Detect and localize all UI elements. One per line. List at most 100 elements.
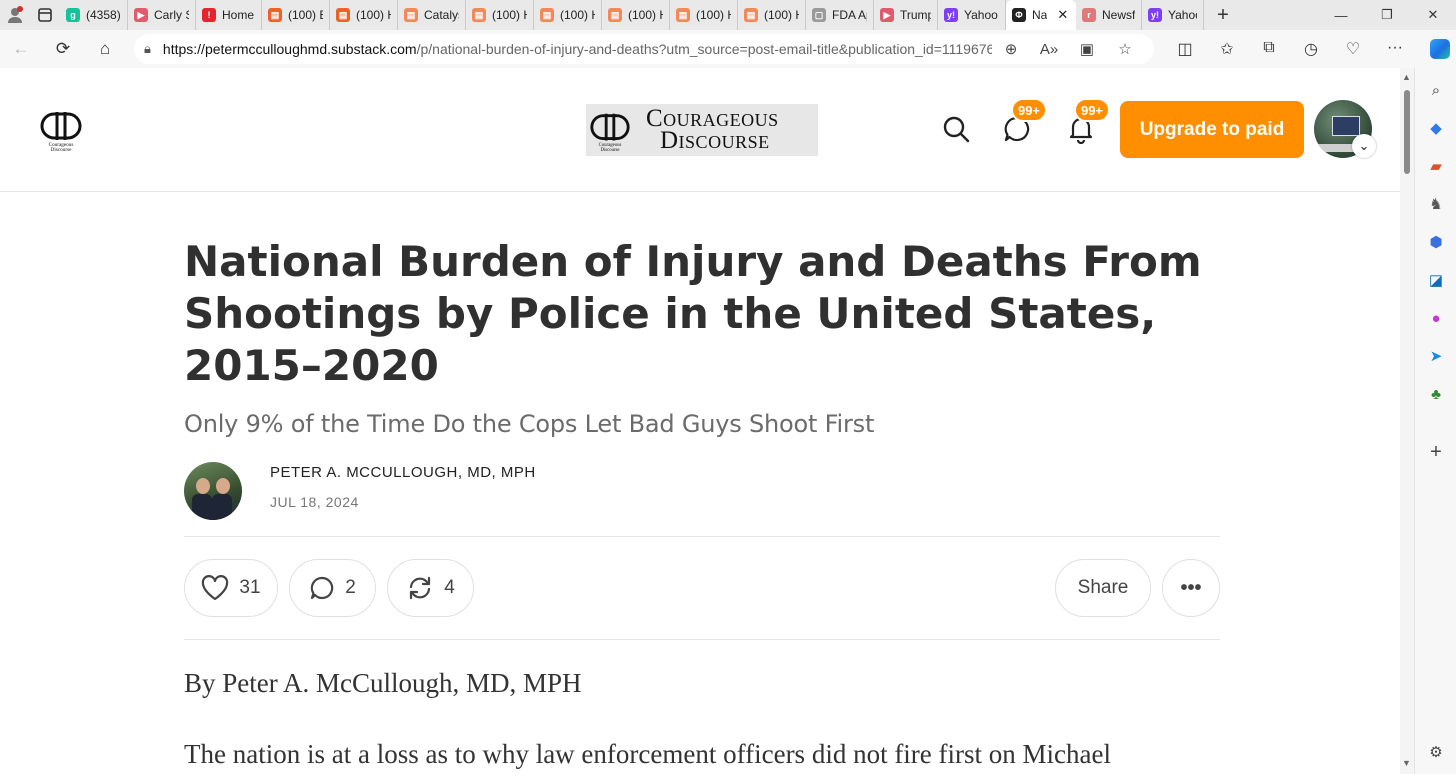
chevron-down-icon[interactable]: ⌄ [1352, 134, 1376, 158]
tab-title: Na [1032, 8, 1048, 22]
designer-icon[interactable]: ● [1426, 308, 1446, 328]
lock-icon[interactable]: 🔒︎ [144, 41, 151, 57]
publication-brand[interactable]: Courageous Discourse Courageous Discours… [586, 104, 818, 156]
author-avatar[interactable] [184, 462, 242, 520]
home-icon[interactable]: ⌂ [84, 30, 126, 68]
address-bar-row: ← ⟳ ⌂ 🔒︎ https://petermcculloughmd.subst… [0, 30, 1456, 68]
copilot-icon[interactable] [1430, 39, 1450, 59]
history-icon[interactable]: ◷ [1290, 39, 1332, 59]
favorite-star-icon[interactable]: ☆ [1106, 40, 1144, 58]
more-options-button[interactable]: ••• [1162, 559, 1220, 617]
url-text[interactable]: https://petermcculloughmd.substack.com/p… [163, 41, 992, 57]
back-icon[interactable]: ← [0, 30, 42, 68]
browser-tab[interactable]: ▤ (100) H [534, 0, 602, 30]
new-tab-icon[interactable]: + [1208, 0, 1238, 30]
close-tab-icon[interactable]: ✕ [1057, 7, 1068, 23]
tree-icon[interactable]: ♣ [1426, 384, 1446, 404]
browser-tab[interactable]: ▤ (100) H [466, 0, 534, 30]
browser-tab[interactable]: ▤ (100) E [262, 0, 330, 30]
read-aloud-icon[interactable]: A» [1030, 41, 1068, 58]
tab-title: Carly Sh [154, 8, 189, 22]
tab-favicon-icon: ▤ [744, 8, 758, 22]
restore-icon[interactable]: ❐ [1364, 0, 1410, 30]
close-window-icon[interactable]: ✕ [1410, 0, 1456, 30]
browser-essentials-icon[interactable]: ♡ [1332, 39, 1374, 59]
page-scrollbar[interactable]: ▲ ▼ [1400, 68, 1414, 774]
scroll-down-icon[interactable]: ▼ [1402, 758, 1411, 768]
browser-tab[interactable]: ▤ (100) H [670, 0, 738, 30]
add-sidebar-app-icon[interactable]: + [1426, 441, 1446, 463]
tab-title: Home [222, 8, 255, 22]
notification-badge: 99+ [1074, 98, 1110, 122]
profile-icon[interactable] [0, 0, 30, 30]
send-icon[interactable]: ➤ [1426, 346, 1446, 366]
article-byline-text: By Peter A. McCullough, MD, MPH [184, 668, 582, 698]
tab-title: (100) H [764, 8, 799, 22]
like-button[interactable]: 31 [184, 559, 278, 617]
immersive-reader-icon[interactable]: ▣ [1068, 40, 1106, 58]
scroll-up-icon[interactable]: ▲ [1402, 72, 1411, 82]
zoom-icon[interactable]: ⊕ [992, 40, 1030, 58]
tab-title: Trump [900, 8, 931, 22]
restack-button[interactable]: 4 [387, 559, 474, 617]
restack-count: 4 [444, 577, 455, 598]
browser-sidebar: ⌕ ◆ ▰ ♞ ⬢ ◪ ● ➤ ♣ + ⚙ [1414, 68, 1456, 774]
brand-line-2: Discourse [660, 127, 770, 154]
browser-tab[interactable]: ▤ (100) H [330, 0, 398, 30]
search-sidebar-icon[interactable]: ⌕ [1426, 80, 1446, 100]
tab-favicon-icon: ▤ [336, 8, 350, 22]
comment-button[interactable]: 2 [289, 559, 376, 617]
browser-tab[interactable]: ▤ (100) H [602, 0, 670, 30]
author-byline: PETER A. MCCULLOUGH, MD, MPH JUL 18, 202… [184, 456, 1220, 536]
tools-briefcase-icon[interactable]: ▰ [1426, 156, 1446, 176]
window-controls: — ❐ ✕ [1318, 0, 1456, 30]
browser-tab[interactable]: ▤ Catalys [398, 0, 466, 30]
tab-actions-icon[interactable] [30, 0, 60, 30]
author-name-link[interactable]: PETER A. MCCULLOUGH, MD, MPH [270, 464, 536, 481]
outlook-icon[interactable]: ◪ [1426, 270, 1446, 290]
collections-icon[interactable]: ⧉ [1248, 39, 1290, 59]
settings-more-icon[interactable]: ··· [1374, 39, 1416, 59]
tab-favicon-icon: ▤ [472, 8, 486, 22]
sidebar-settings-icon[interactable]: ⚙ [1426, 742, 1446, 762]
post-actions: 31 2 4 Share ••• [184, 537, 1220, 639]
browser-tab[interactable]: ▶ Carly Sh [128, 0, 196, 30]
refresh-icon[interactable]: ⟳ [42, 30, 84, 68]
article-subtitle: Only 9% of the Time Do the Cops Let Bad … [184, 410, 875, 438]
browser-tab[interactable]: ▤ (100) H [738, 0, 806, 30]
browser-tab[interactable]: y! Yahoo [1142, 0, 1204, 30]
tab-title: (100) E [288, 8, 323, 22]
share-button[interactable]: Share [1055, 559, 1151, 617]
browser-tab[interactable]: ▢ FDA Ap [806, 0, 874, 30]
favorites-icon[interactable]: ✩ [1206, 39, 1248, 59]
browser-tab[interactable]: ▶ Trump [874, 0, 938, 30]
microsoft-365-icon[interactable]: ⬢ [1426, 232, 1446, 252]
split-screen-icon[interactable]: ◫ [1164, 39, 1206, 59]
tab-list: g (4358) ▶ Carly Sh! Home ▤ (100) E ▤ (100) H ▤ Ca… [60, 0, 1204, 30]
tab-title: Yahoo [964, 8, 998, 22]
tab-favicon-icon: ▤ [404, 8, 418, 22]
chat-badge: 99+ [1011, 98, 1047, 122]
games-icon[interactable]: ♞ [1426, 194, 1446, 214]
search-icon[interactable] [941, 114, 971, 144]
browser-tab[interactable]: ! Home [196, 0, 262, 30]
scrollbar-thumb[interactable] [1404, 90, 1410, 174]
post-date: JUL 18, 2024 [270, 494, 359, 510]
tab-title: Yahoo [1168, 8, 1197, 22]
minimize-icon[interactable]: — [1318, 0, 1364, 30]
article-paragraph: The nation is at a loss as to why law en… [184, 739, 1111, 769]
tab-favicon-icon: y! [944, 8, 958, 22]
browser-tab[interactable]: y! Yahoo [938, 0, 1006, 30]
upgrade-to-paid-button[interactable]: Upgrade to paid [1120, 101, 1304, 158]
browser-tab[interactable]: r Newsfe [1076, 0, 1142, 30]
publication-logo-icon[interactable]: Courageous Discourse [38, 108, 84, 154]
tab-favicon-icon: g [66, 8, 80, 22]
tab-favicon-icon: Φ [1012, 8, 1026, 22]
url-field[interactable]: 🔒︎ https://petermcculloughmd.substack.co… [134, 34, 1154, 64]
browser-tab[interactable]: Φ Na ✕ [1006, 0, 1076, 30]
shopping-tag-icon[interactable]: ◆ [1426, 118, 1446, 138]
tab-title: (100) H [356, 8, 391, 22]
browser-tab[interactable]: g (4358) [60, 0, 128, 30]
tab-title: (100) H [492, 8, 527, 22]
tab-title: (100) H [560, 8, 595, 22]
